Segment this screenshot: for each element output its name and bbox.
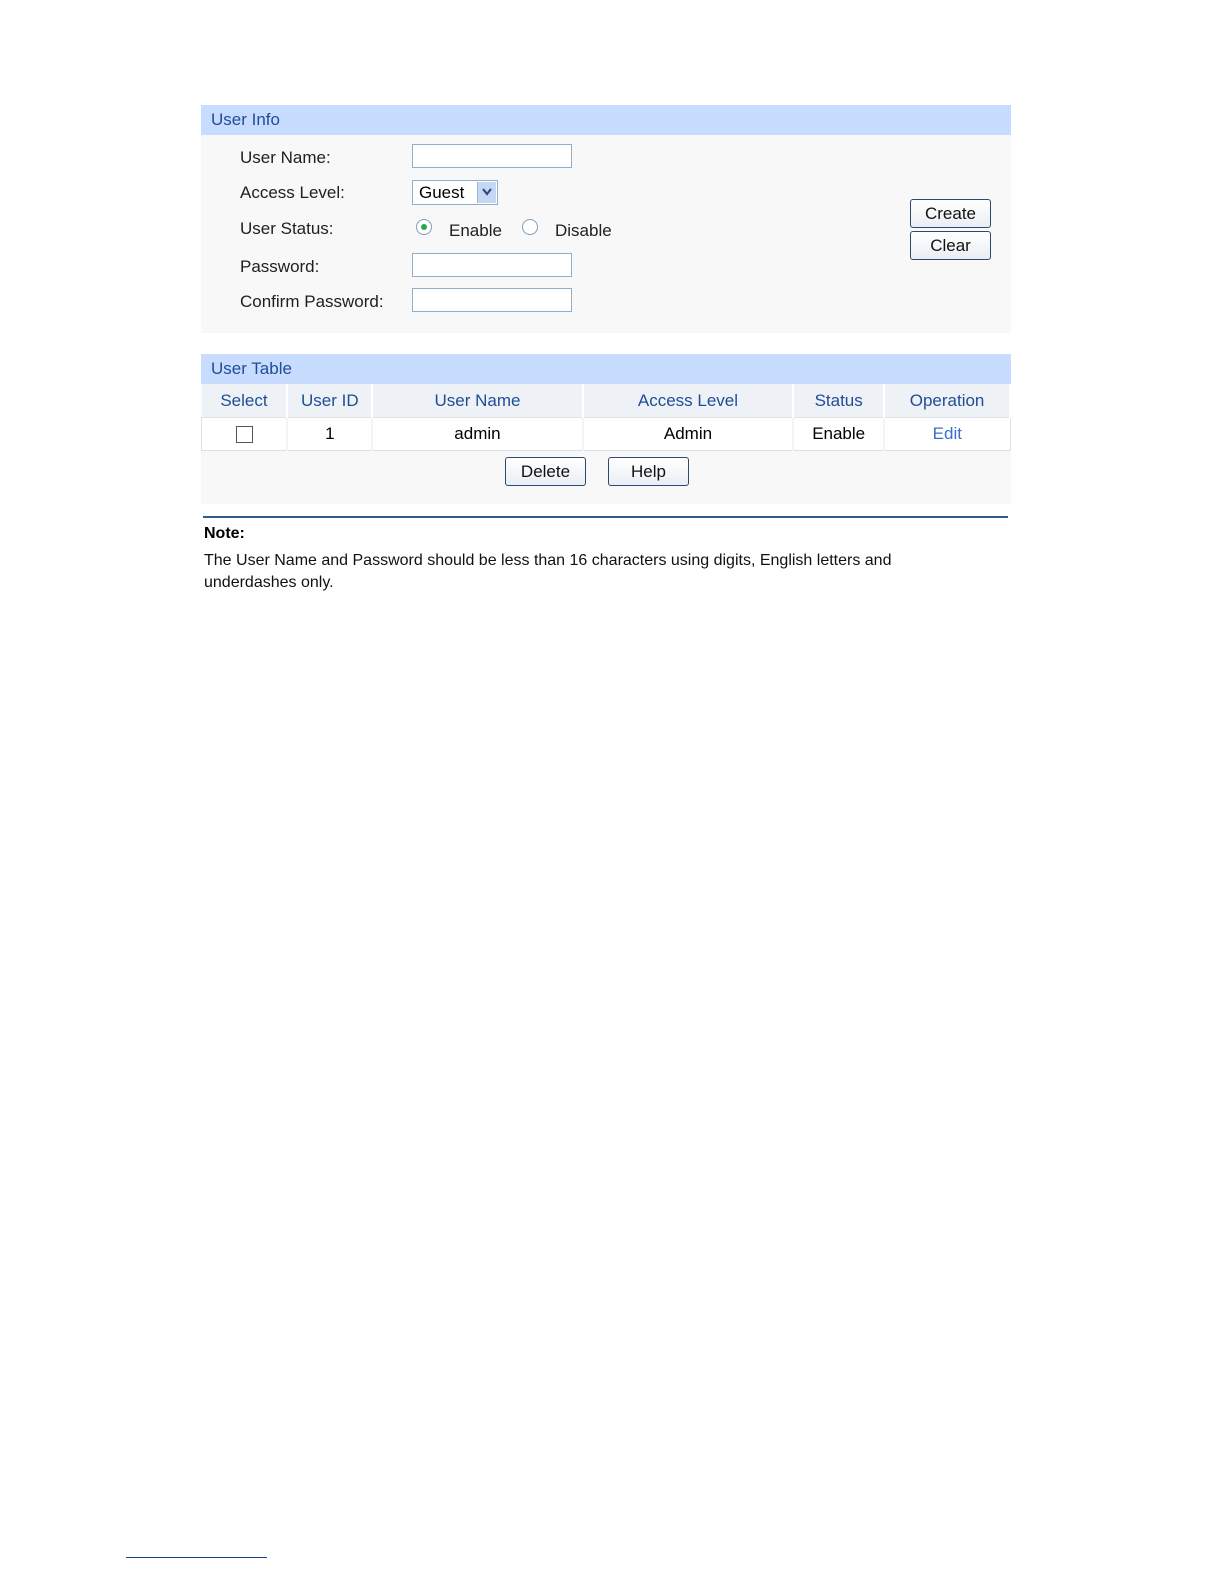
edit-link[interactable]: Edit [933,424,962,443]
footer-rule [126,1557,267,1558]
select-cell [201,417,289,451]
status-disable-label: Disable [555,221,612,240]
confirm-password-input[interactable] [412,288,572,312]
note-divider [203,516,1008,518]
column-header-user-name: User Name [372,384,584,418]
clear-button[interactable]: Clear [910,231,991,260]
user-id-cell: 1 [287,417,374,451]
user-table-panel: User Table Select User ID User Name Acce… [201,354,1011,504]
confirm-password-label: Confirm Password: [240,292,384,311]
user-table-header: User Table [201,354,1011,384]
radio-selected-dot [421,224,427,230]
column-header-operation: Operation [884,384,1011,418]
table-row: 1 admin Admin Enable Edit [201,417,1011,451]
status-cell: Enable [793,417,886,451]
access-level-cell: Admin [582,417,795,451]
status-enable-label: Enable [449,221,502,240]
user-table: Select User ID User Name Access Level St… [201,384,1011,451]
note-text: The User Name and Password should be les… [204,552,892,591]
delete-button[interactable]: Delete [505,457,586,486]
password-label: Password: [240,257,320,276]
operation-cell: Edit [884,417,1011,451]
column-header-status: Status [793,384,886,418]
user-name-cell: admin [372,417,584,451]
create-button[interactable]: Create [910,199,991,228]
user-info-panel: User Info User Name: Access Level: Guest… [201,105,1011,333]
access-level-label: Access Level: [240,183,345,202]
chevron-down-icon[interactable] [477,182,496,203]
access-level-select[interactable]: Guest [412,180,498,205]
row-select-checkbox[interactable] [235,426,253,444]
column-header-select: Select [201,384,289,418]
help-button[interactable]: Help [608,457,689,486]
column-header-access-level: Access Level [582,384,795,418]
user-info-header: User Info [201,105,1011,135]
table-header-row: Select User ID User Name Access Level St… [201,384,1011,418]
access-level-value: Guest [419,183,465,202]
status-enable-radio[interactable] [416,219,432,235]
note-title: Note: [204,525,245,542]
status-disable-radio[interactable] [522,219,538,235]
password-input[interactable] [412,253,572,277]
user-name-label: User Name: [240,148,331,167]
user-status-label: User Status: [240,219,334,238]
page: User Info User Name: Access Level: Guest… [0,0,1224,1584]
user-name-input[interactable] [412,144,572,168]
column-header-user-id: User ID [287,384,374,418]
